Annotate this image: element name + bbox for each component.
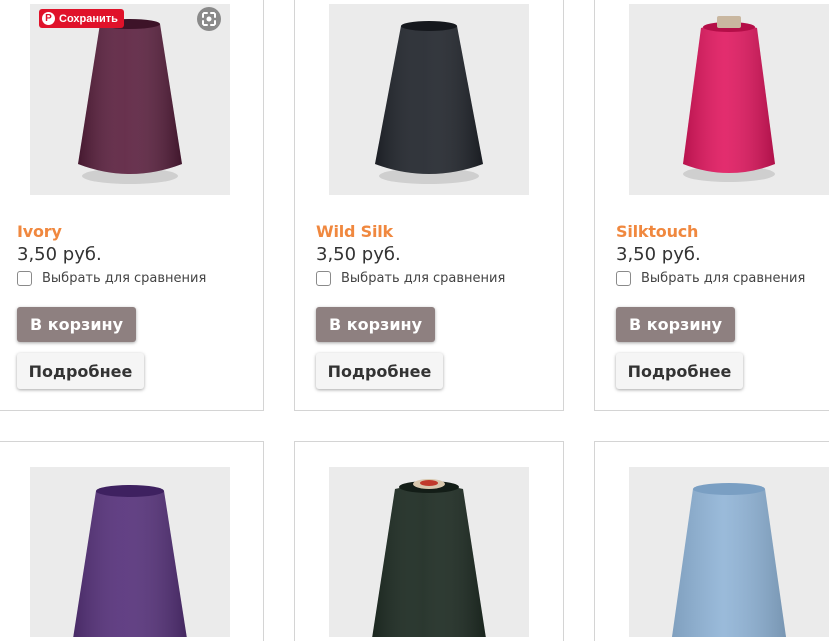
product-image[interactable] [30,4,230,195]
compare-label: Выбрать для сравнения [341,271,506,286]
yarn-cone-image [372,479,486,637]
product-image[interactable] [30,467,230,637]
product-price: 3,50 руб. [616,244,701,265]
visual-search-icon[interactable] [197,7,221,31]
pinterest-save-button[interactable]: P Сохранить [39,9,124,28]
visual-search-glyph [202,12,216,26]
yarn-cone-image [375,21,483,184]
details-button[interactable]: Подробнее [17,353,144,389]
compare-label: Выбрать для сравнения [641,271,806,286]
add-to-cart-button[interactable]: В корзину [17,307,136,342]
pinterest-save-label: Сохранить [59,12,118,25]
product-name[interactable]: Wild Silk [316,222,393,241]
yarn-cone-image [683,16,775,182]
pinterest-icon: P [42,12,55,25]
compare-checkbox[interactable]: Выбрать для сравнения [17,271,206,286]
product-card [594,441,829,641]
yarn-cone-image [78,19,182,184]
product-image[interactable] [329,4,529,195]
add-to-cart-button[interactable]: В корзину [616,307,735,342]
compare-checkbox[interactable]: Выбрать для сравнения [316,271,505,286]
product-card [0,441,264,641]
details-button[interactable]: Подробнее [616,353,743,389]
product-card: Wild Silk 3,50 руб. Выбрать для сравнени… [294,0,564,411]
compare-label: Выбрать для сравнения [42,271,207,286]
product-card: Ivory 3,50 руб. Выбрать для сравнения В … [0,0,264,411]
product-price: 3,50 руб. [17,244,102,265]
yarn-cone-image [73,485,187,637]
product-card: Silktouch 3,50 руб. Выбрать для сравнени… [594,0,829,411]
product-card [294,441,564,641]
product-image[interactable] [329,467,529,637]
checkbox-icon[interactable] [616,271,631,286]
details-button[interactable]: Подробнее [316,353,443,389]
product-name[interactable]: Silktouch [616,222,698,241]
checkbox-icon[interactable] [17,271,32,286]
checkbox-icon[interactable] [316,271,331,286]
product-price: 3,50 руб. [316,244,401,265]
product-name[interactable]: Ivory [17,222,62,241]
yarn-cone-image [671,483,787,637]
add-to-cart-button[interactable]: В корзину [316,307,435,342]
product-image[interactable] [629,4,829,195]
compare-checkbox[interactable]: Выбрать для сравнения [616,271,805,286]
product-image[interactable] [629,467,829,637]
